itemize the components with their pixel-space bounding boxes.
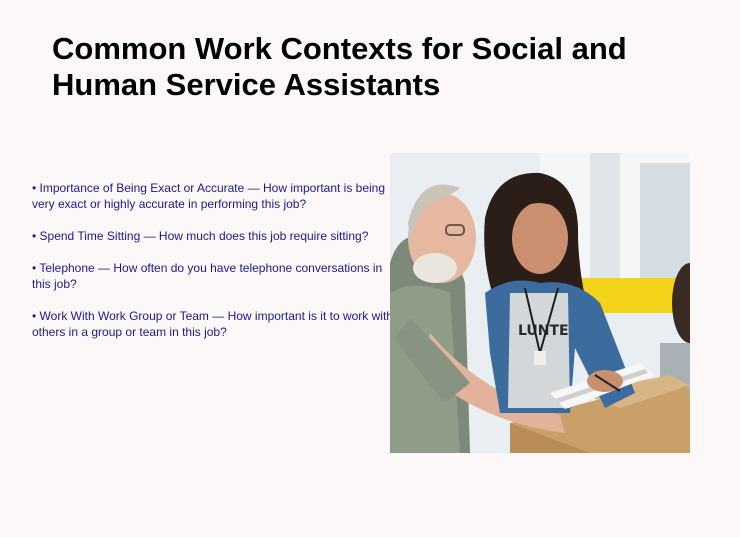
bullet-item: • Importance of Being Exact or Accurate … xyxy=(32,181,386,211)
svg-text:LUNTE: LUNTE xyxy=(518,323,569,339)
slide-title: Common Work Contexts for Social and Huma… xyxy=(52,31,627,102)
bullet-item: • Spend Time Sitting — How much does thi… xyxy=(32,229,369,243)
volunteers-photo: LUNTE xyxy=(390,153,690,453)
bullet-item: • Telephone — How often do you have tele… xyxy=(32,261,383,291)
bullet-item: • Work With Work Group or Team — How imp… xyxy=(32,309,393,339)
shirt-lettering: LUNTE xyxy=(518,323,569,339)
bullet-list: • Importance of Being Exact or Accurate … xyxy=(32,180,394,356)
